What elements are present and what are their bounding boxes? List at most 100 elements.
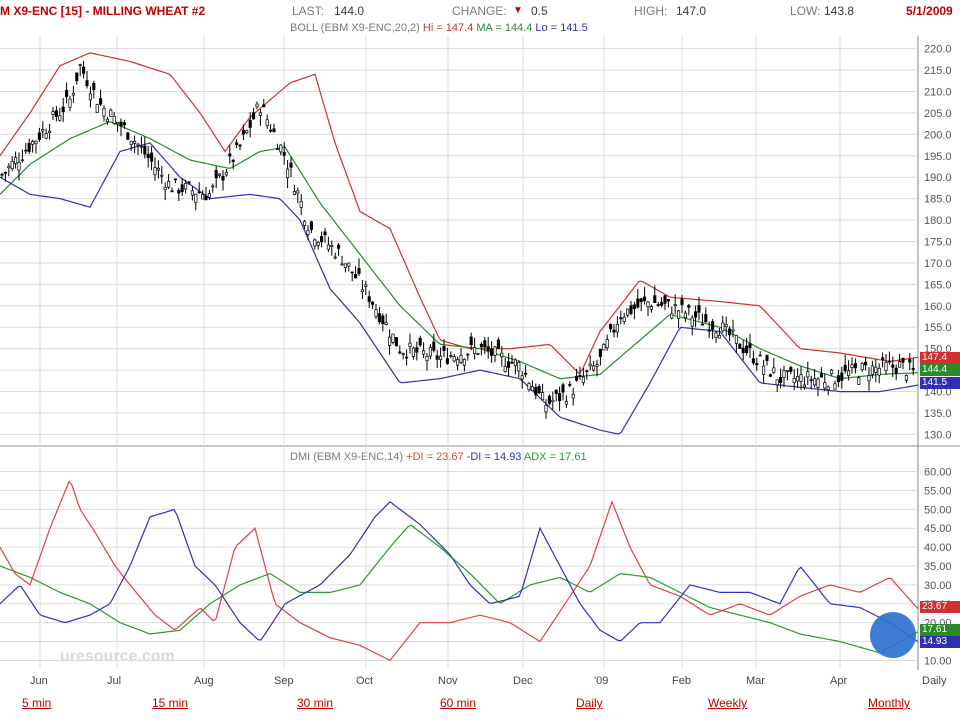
price-candle-body: [891, 364, 895, 368]
link-weekly[interactable]: Weekly: [708, 696, 747, 710]
price-candle-body: [456, 359, 460, 366]
price-candle-body: [415, 347, 419, 353]
mdi-tag: 14.93: [920, 636, 960, 648]
price-candle-body: [867, 375, 871, 382]
price-candle-body: [765, 355, 769, 361]
price-candle-body: [27, 142, 31, 152]
price-candle-body: [547, 395, 551, 404]
price-candle-body: [309, 221, 313, 230]
price-candle-body: [887, 360, 891, 363]
price-candle-body: [602, 344, 606, 351]
link-daily[interactable]: Daily: [576, 696, 603, 710]
price-candle-body: [466, 353, 470, 356]
month-label: Mar: [746, 675, 765, 687]
price-candle-body: [323, 231, 327, 236]
adx-tag: 17.61: [920, 624, 960, 636]
price-candle-body: [126, 132, 130, 140]
link-60min[interactable]: 60 min: [440, 696, 476, 710]
price-candle-body: [122, 122, 126, 126]
price-candle-body: [503, 366, 507, 372]
lo-tag: 141.5: [920, 377, 960, 389]
price-candle-body: [303, 220, 307, 226]
price-candle-body: [82, 66, 86, 74]
link-15min[interactable]: 15 min: [152, 696, 188, 710]
price-candle-body: [224, 172, 228, 176]
price-candle-body: [510, 361, 514, 364]
price-candle-body: [496, 339, 500, 349]
price-candle-body: [534, 386, 538, 396]
price-candle-body: [585, 370, 589, 372]
price-candle-body: [462, 359, 466, 366]
price-candle-body: [248, 119, 252, 128]
price-tick-label: 180.0: [924, 215, 952, 227]
month-label: Feb: [672, 675, 691, 687]
price-candle-body: [772, 367, 776, 373]
price-candle-body: [530, 386, 534, 391]
price-candle-body: [44, 133, 48, 139]
price-candle-body: [435, 355, 439, 360]
price-candle-body: [71, 92, 75, 96]
price-candle-body: [221, 175, 225, 181]
price-candle-body: [167, 180, 171, 188]
price-candle-body: [0, 173, 4, 176]
x-axis: Jun Jul Aug Sep Oct Nov Dec '09 Feb Mar Apr Daily: [30, 675, 947, 687]
price-candle-body: [615, 323, 619, 333]
price-candle-body: [779, 376, 783, 383]
price-candle-body: [238, 144, 242, 147]
price-candle-body: [425, 356, 429, 362]
price-candle-body: [507, 361, 511, 368]
price-candle-body: [768, 374, 772, 377]
price-candle-body: [673, 304, 677, 307]
price-candle-body: [37, 132, 41, 140]
price-candle-body: [473, 347, 477, 354]
price-candle-body: [88, 93, 92, 101]
price-tick-label: 135.0: [924, 408, 952, 420]
price-candle-body: [364, 284, 368, 287]
price-candle-body: [911, 367, 915, 370]
price-tick-label: 170.0: [924, 258, 952, 270]
price-candle-body: [143, 145, 147, 155]
price-candle-body: [564, 401, 568, 405]
link-monthly[interactable]: Monthly: [868, 696, 910, 710]
price-candle-body: [85, 80, 89, 87]
price-tick-label: 160.0: [924, 301, 952, 313]
price-candle-body: [819, 373, 823, 378]
price-candle-body: [235, 142, 239, 145]
price-candle-body: [445, 358, 449, 364]
price-candle-body: [524, 372, 528, 375]
price-candle-body: [864, 361, 868, 366]
price-tick-label: 175.0: [924, 237, 952, 249]
price-candle-body: [724, 323, 728, 327]
price-candle-body: [660, 302, 664, 306]
month-label: Nov: [438, 675, 458, 687]
price-candle-body: [78, 64, 82, 66]
price-candle-body: [476, 353, 480, 355]
price-candle-body: [391, 333, 395, 343]
price-candle-body: [377, 313, 381, 323]
price-candle-body: [683, 312, 687, 319]
price-candle-body: [853, 363, 857, 369]
price-candle-body: [432, 341, 436, 351]
cursor-highlight: [870, 612, 916, 658]
price-candle-body: [782, 370, 786, 378]
price-candle-body: [707, 329, 711, 332]
price-candle-body: [24, 149, 28, 152]
price-tick-label: 210.0: [924, 86, 952, 98]
link-5min[interactable]: 5 min: [22, 696, 51, 710]
price-candle-body: [258, 112, 262, 116]
month-label: Dec: [513, 675, 533, 687]
price-candle-body: [561, 384, 565, 393]
price-candle-body: [17, 162, 21, 171]
price-candle-body: [95, 104, 99, 113]
price-candle-body: [850, 364, 854, 368]
link-30min[interactable]: 30 min: [297, 696, 333, 710]
price-candle-body: [347, 262, 351, 267]
bollinger-upper-line: [0, 52, 919, 375]
price-candle-body: [211, 185, 215, 188]
price-candle-body: [20, 159, 24, 162]
price-candle-body: [649, 306, 653, 310]
price-candle-body: [187, 181, 191, 184]
price-candle-body: [802, 384, 806, 388]
price-candle-body: [367, 296, 371, 303]
ma-tag: 144.4: [920, 364, 960, 376]
